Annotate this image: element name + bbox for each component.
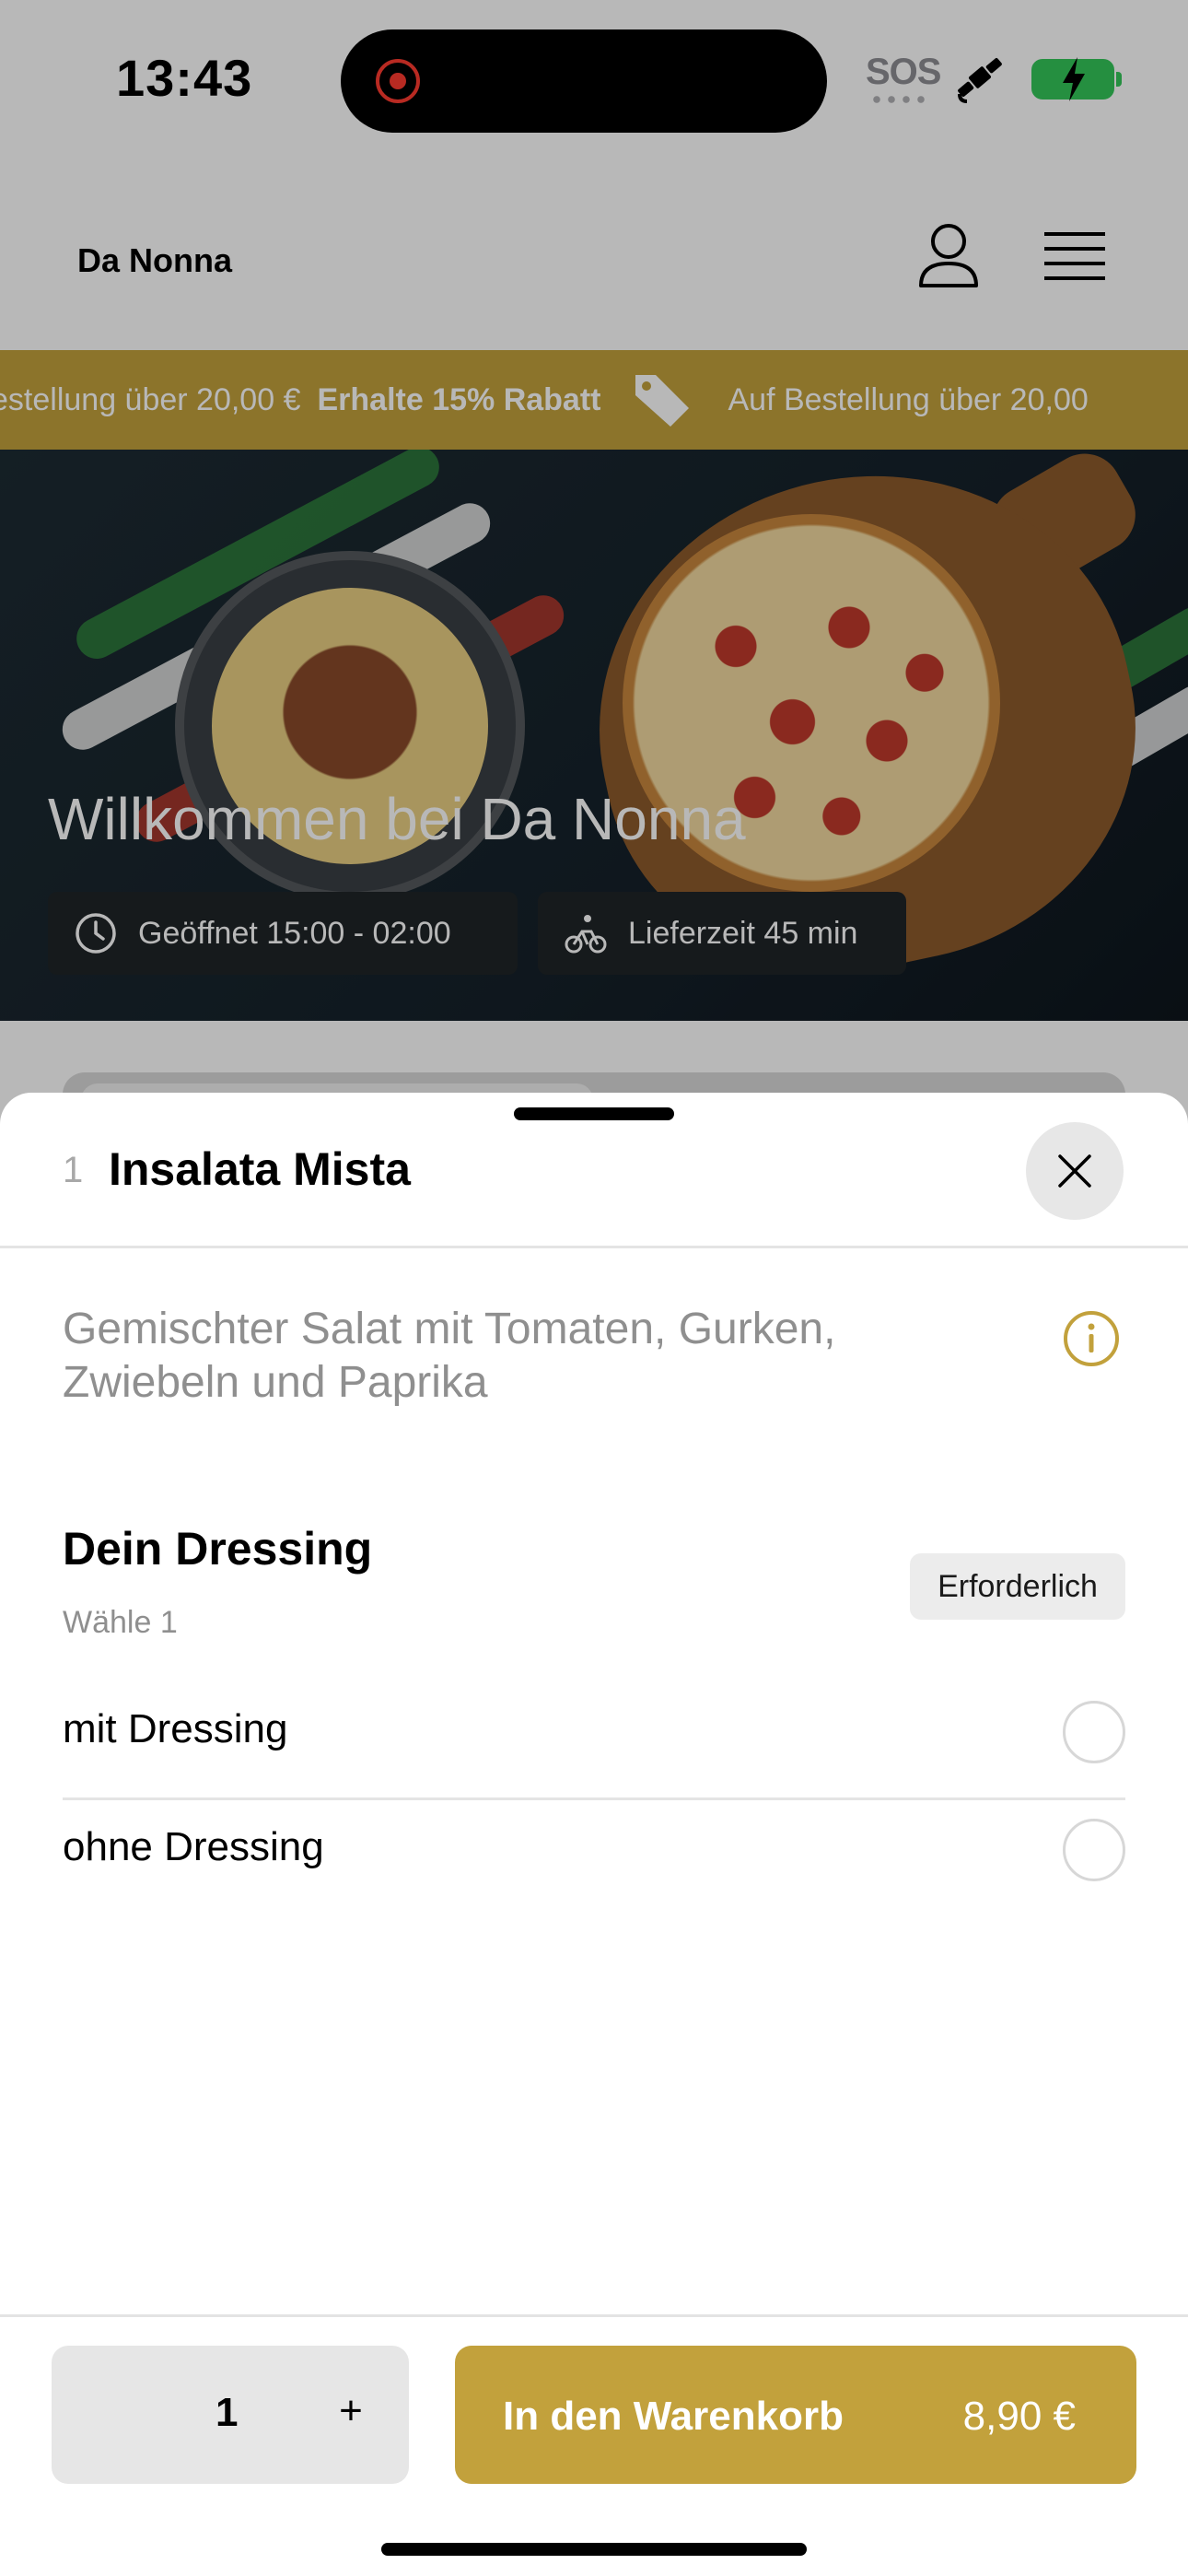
increment-button[interactable]: + [328,2388,374,2434]
close-icon [1058,1154,1091,1188]
sheet-grabber[interactable] [514,1107,674,1120]
item-quantity: 1 [63,1150,84,1190]
product-sheet: 1 Insalata Mista Gemischter Salat mit To… [0,1093,1188,2576]
home-indicator[interactable] [381,2543,807,2556]
close-button[interactable] [1026,1122,1124,1220]
option-mit-dressing[interactable]: mit Dressing [63,1673,1125,1789]
quantity-stepper[interactable]: 1 + [52,2346,409,2484]
item-description: Gemischter Salat mit Tomaten, Gurken, Zw… [63,1305,836,1407]
option-label: mit Dressing [63,1706,288,1751]
option-ohne-dressing[interactable]: ohne Dressing [63,1791,1125,1907]
divider [0,1246,1188,1248]
item-title: Insalata Mista [109,1143,411,1195]
add-to-cart-button[interactable]: In den Warenkorb 8,90 € [455,2346,1136,2484]
footer-divider [0,2314,1188,2317]
page: 13:43 SOS Da Nonna estellung über 20,00 … [0,0,1188,2576]
item-price: 8,90 € [962,2394,1076,2439]
required-badge: Erforderlich [910,1553,1125,1620]
radio-button[interactable] [1063,1701,1125,1763]
info-icon[interactable] [1063,1310,1120,1367]
dressing-section-title: Dein Dressing [63,1523,373,1575]
quantity-value: 1 [215,2390,239,2435]
option-label: ohne Dressing [63,1824,324,1869]
dressing-section-subtitle: Wähle 1 [63,1605,178,1640]
radio-button[interactable] [1063,1819,1125,1881]
add-to-cart-label: In den Warenkorb [503,2394,844,2439]
